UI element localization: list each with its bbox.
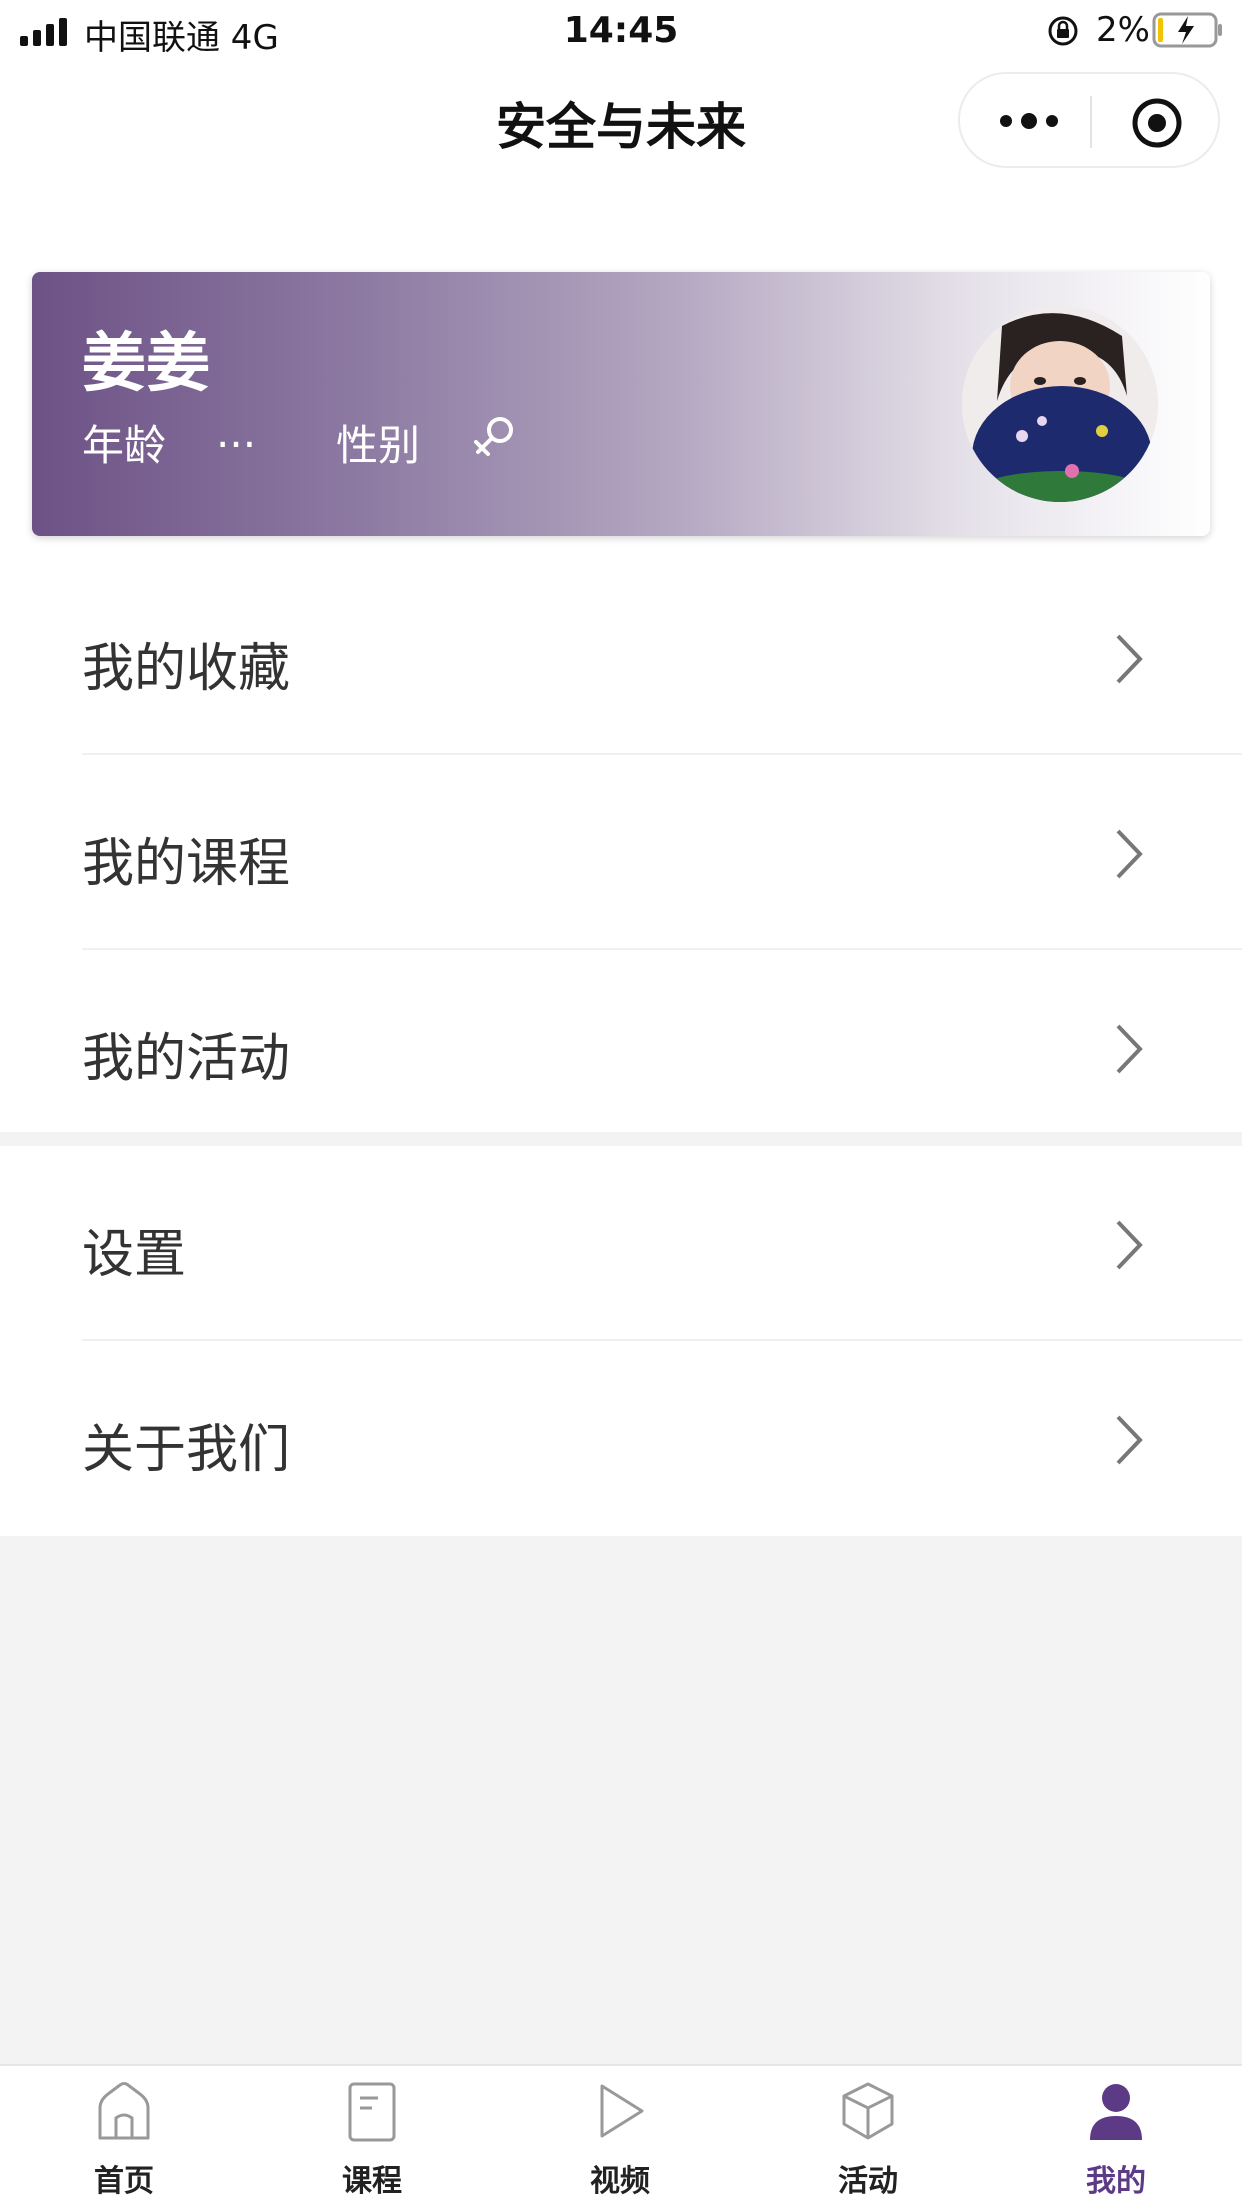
female-icon: [474, 417, 513, 456]
tab-label: 活动: [838, 2164, 898, 2199]
status-bar: 中国联通 4G 14:45 2%: [0, 0, 1242, 62]
tab-label: 视频: [590, 2164, 650, 2199]
menu-item-activities[interactable]: 我的活动: [0, 950, 1242, 1145]
menu-item-about[interactable]: 关于我们: [0, 1341, 1242, 1536]
menu-item-favorites[interactable]: 我的收藏: [0, 560, 1242, 755]
avatar[interactable]: [962, 306, 1158, 502]
battery-icon: [1152, 12, 1222, 48]
profile-name: 姜姜: [82, 327, 210, 401]
rotation-lock-icon: [1048, 16, 1078, 46]
capsule-divider: [1090, 96, 1092, 148]
menu-item-label: 我的课程: [82, 834, 291, 894]
group-separator: [0, 1132, 1242, 1146]
tab-label: 课程: [342, 2164, 402, 2199]
box-icon: [842, 2082, 894, 2140]
menu-item-settings[interactable]: 设置: [0, 1146, 1242, 1341]
avatar-image: [962, 306, 1158, 502]
age-label: 年龄: [82, 421, 167, 470]
menu-item-label: 我的收藏: [82, 639, 291, 699]
tab-label: 我的: [1086, 2164, 1146, 2199]
chevron-right-icon: [1116, 1220, 1143, 1270]
mini-program-capsule: [958, 72, 1220, 168]
tab-home[interactable]: 首页: [0, 2066, 248, 2208]
battery-percent: 2%: [1096, 10, 1150, 50]
home-icon: [98, 2082, 150, 2140]
tab-video[interactable]: 视频: [496, 2066, 744, 2208]
chevron-right-icon: [1116, 1415, 1143, 1465]
menu-group-settings: 设置 关于我们: [0, 1146, 1242, 1536]
chevron-right-icon: [1116, 829, 1143, 879]
tab-courses[interactable]: 课程: [248, 2066, 496, 2208]
play-icon: [600, 2084, 644, 2138]
menu-item-courses[interactable]: 我的课程: [0, 755, 1242, 950]
user-icon: [1090, 2084, 1142, 2140]
profile-card[interactable]: 姜姜 年龄 ... 性别: [32, 272, 1210, 536]
menu-item-label: 关于我们: [82, 1420, 291, 1480]
menu-item-label: 设置: [82, 1225, 187, 1285]
nav-bar: 安全与未来: [0, 62, 1242, 182]
book-icon: [348, 2082, 396, 2142]
gender-label: 性别: [336, 421, 421, 470]
more-icon[interactable]: [998, 108, 1060, 134]
tab-mine[interactable]: 我的: [992, 2066, 1240, 2208]
age-value: ...: [216, 408, 257, 457]
tab-activities[interactable]: 活动: [744, 2066, 992, 2208]
tab-label: 首页: [94, 2164, 154, 2199]
tab-bar: 首页 课程 视频 活动 我的: [0, 2064, 1242, 2208]
chevron-right-icon: [1116, 634, 1143, 684]
menu-item-label: 我的活动: [82, 1029, 291, 1089]
chevron-right-icon: [1116, 1024, 1143, 1074]
close-target-icon[interactable]: [1130, 96, 1184, 150]
menu-group-main: 我的收藏 我的课程 我的活动: [0, 560, 1242, 1145]
